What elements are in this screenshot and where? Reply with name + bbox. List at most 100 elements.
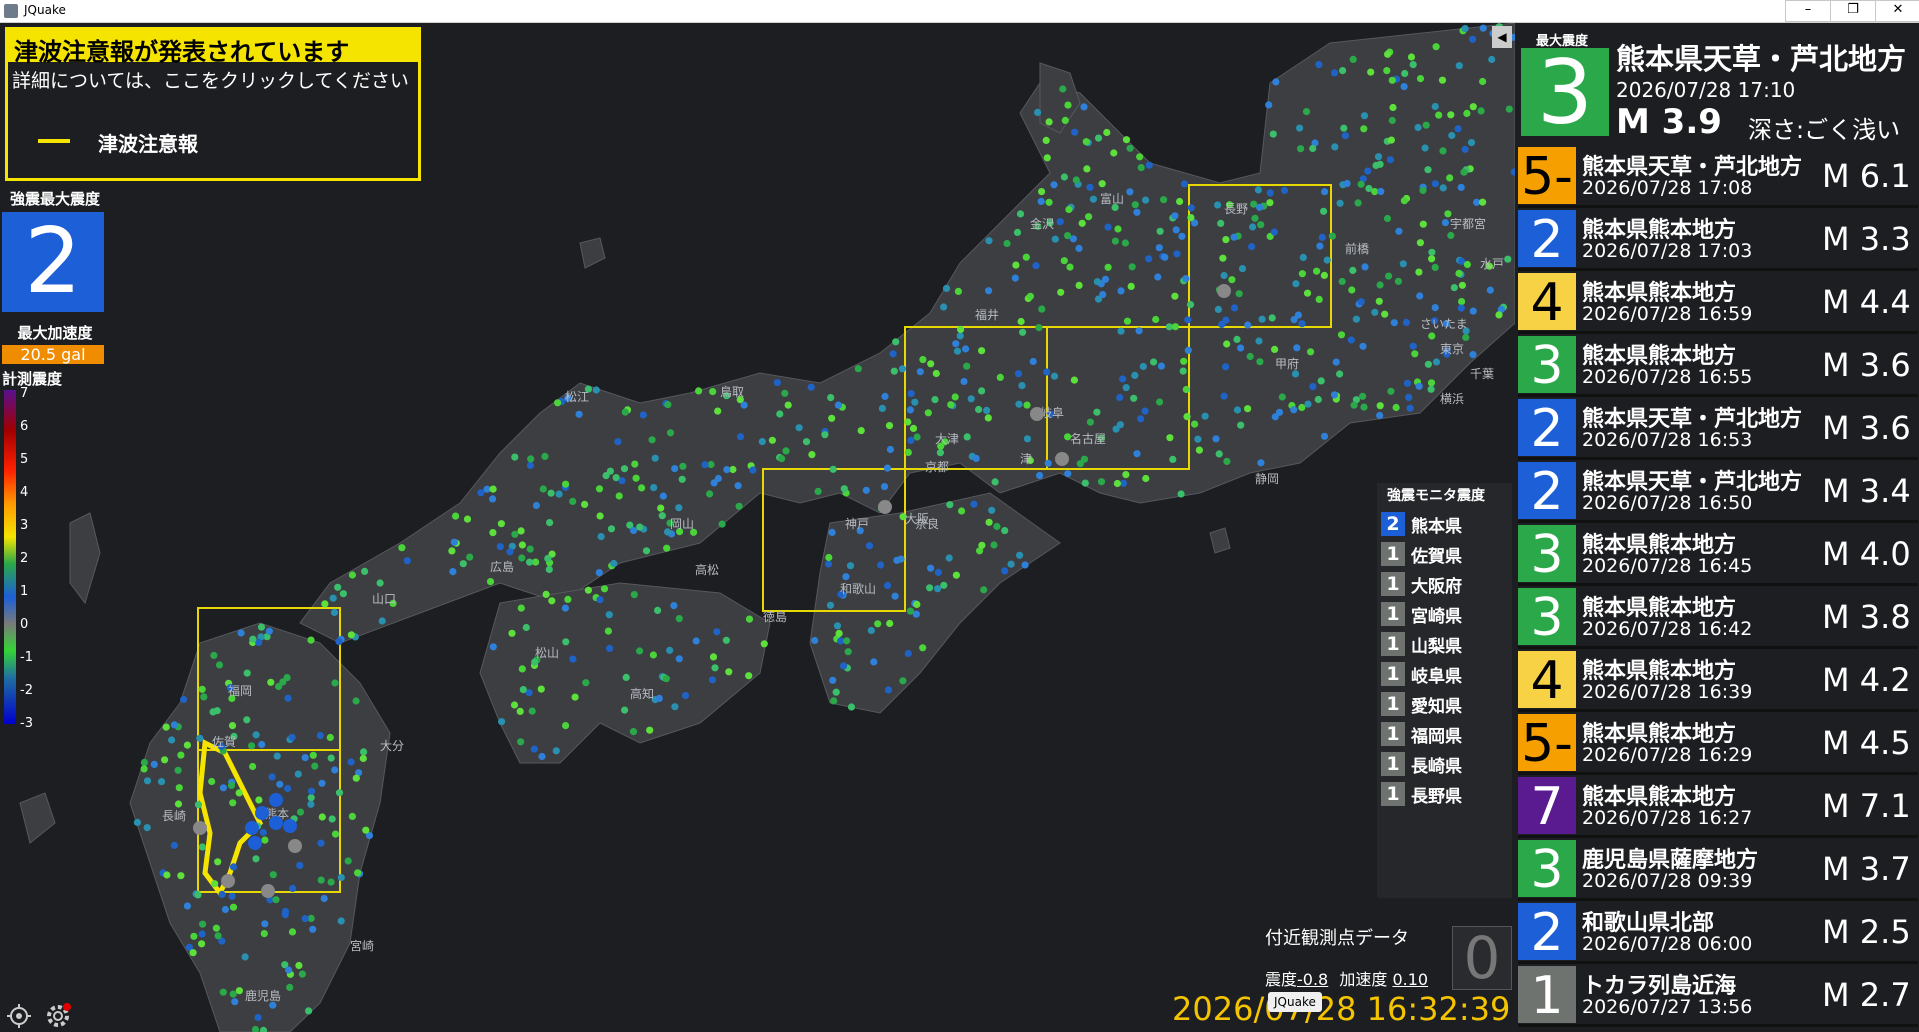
station-dot [1376,402,1384,410]
earthquake-list-item[interactable]: 3 熊本県熊本地方 2026/07/28 16:42 M 3.8 [1518,586,1918,649]
station-dot [1469,351,1477,359]
station-dot [194,801,203,809]
station-dot [596,596,604,604]
station-dot [228,722,237,730]
station-dot [782,447,790,455]
station-dot [1137,415,1145,423]
station-dot [1071,128,1079,136]
station-dot [1131,201,1139,209]
earthquake-list-item[interactable]: 2 熊本県天草・芦北地方 2026/07/28 16:53 M 3.6 [1518,397,1918,460]
station-dot [675,655,683,663]
station-dot [906,607,915,615]
monitor-intensity-list: 強震モニタ震度 2 熊本県 1 佐賀県 1 大阪府 1 宮崎県 1 山梨県 1 岐阜県 1 愛知県 1 福岡県… [1377,483,1512,898]
minimize-button[interactable]: – [1785,0,1831,22]
station-dot [1060,257,1068,265]
city-label: 横浜 [1440,392,1464,406]
station-dot [1462,333,1470,341]
station-dot [1290,406,1298,414]
station-dot [1065,205,1073,214]
earthquake-list-item[interactable]: 4 熊本県熊本地方 2026/07/28 16:39 M 4.2 [1518,649,1918,712]
earthquake-time: 2026/07/28 17:03 [1582,240,1753,262]
earthquake-magnitude: M 4.4 [1822,283,1911,321]
station-dot [489,495,497,503]
station-dot [606,644,614,653]
station-dot [511,530,519,538]
station-dot [1248,243,1256,251]
station-dot [518,665,526,673]
station-dot [951,393,959,401]
earthquake-list-item[interactable]: 3 熊本県熊本地方 2026/07/28 16:45 M 4.0 [1518,523,1918,586]
earthquake-list-item[interactable]: 4 熊本県熊本地方 2026/07/28 16:59 M 4.4 [1518,271,1918,334]
station-dot [1015,400,1023,408]
izu-landmass [1209,527,1231,554]
station-dot [1341,132,1349,140]
station-dot [318,813,326,821]
locate-icon[interactable] [6,1003,32,1029]
station-dot [671,465,679,473]
station-dot [1435,111,1443,119]
collapse-panel-button[interactable]: ◀ [1492,26,1512,48]
app-icon [4,4,18,18]
station-dot [1116,421,1124,429]
gear-icon[interactable] [45,1003,71,1029]
nearby-big-value: 0 [1452,926,1512,990]
station-dot [924,409,932,417]
earthquake-time: 2026/07/28 16:39 [1582,681,1753,703]
tsunami-warning-box[interactable]: 津波注意報が発表されています 詳細については、ここをクリックしてください 津波注… [5,27,421,181]
earthquake-list-item[interactable]: 2 和歌山県北部 2026/07/28 06:00 M 2.5 [1518,901,1918,964]
station-dot [229,903,238,911]
station-dot [1122,471,1130,479]
earthquake-list-item[interactable]: 7 熊本県熊本地方 2026/07/28 16:27 M 7.1 [1518,775,1918,838]
station-dot [1457,183,1465,191]
station-dot [1416,75,1425,83]
station-dot [663,544,671,552]
station-dot [210,651,218,660]
station-dot [1214,305,1222,313]
city-label: 山口 [372,592,396,606]
earthquake-list-item[interactable]: 2 熊本県天草・芦北地方 2026/07/28 16:50 M 3.4 [1518,460,1918,523]
station-dot [1249,223,1257,231]
nearby-readout: 震度-0.8 加速度 0.10 [1265,966,1428,990]
station-dot [1237,421,1245,429]
station-dot [1126,188,1134,196]
station-dot [259,828,267,837]
station-dot [1265,101,1273,109]
station-dot [978,541,986,549]
station-dot [878,404,887,412]
earthquake-list-item[interactable]: 5- 熊本県熊本地方 2026/07/28 16:29 M 4.5 [1518,712,1918,775]
station-dot [143,777,152,785]
station-dot [511,453,519,461]
earthquake-intensity: 3 [1518,336,1576,396]
monitor-row: 1 長崎県 [1377,749,1512,779]
station-dot [993,522,1001,531]
station-dot [265,627,273,635]
max-intensity-value: 2 [2,212,104,312]
tsunami-warning-link[interactable]: 詳細については、ここをクリックしてください [8,62,418,97]
earthquake-list-item[interactable]: 2 熊本県熊本地方 2026/07/28 17:03 M 3.3 [1518,208,1918,271]
station-dot [254,1013,262,1022]
earthquake-intensity: 3 [1518,588,1576,648]
station-dot [711,664,719,672]
earthquake-list-item[interactable]: 5- 熊本県天草・芦北地方 2026/07/28 17:08 M 6.1 [1518,145,1918,208]
earthquake-list-item[interactable]: 3 鹿児島県薩摩地方 2026/07/28 09:39 M 3.7 [1518,838,1918,901]
close-button[interactable]: ✕ [1875,0,1919,22]
earthquake-list-item[interactable]: 1 トカラ列島近海 2026/07/27 13:56 M 2.7 [1518,964,1918,1027]
station-dot [985,287,993,295]
station-dot [1098,180,1106,188]
scale-tick: 2 [20,551,29,566]
nearby-intensity-value: -0.8 [1297,970,1329,989]
station-dot [1085,213,1093,221]
station-dot [288,928,297,936]
station-dot [1389,103,1397,112]
station-dot [610,559,618,568]
station-dot [883,464,892,472]
station-dot [1183,413,1191,421]
maximize-button[interactable]: ❐ [1830,0,1876,22]
station-dot [991,478,999,486]
station-dot [337,917,345,925]
latest-earthquake[interactable]: 最大震度 3 熊本県天草・芦北地方 2026/07/28 17:10 M 3.9… [1518,26,1918,144]
earthquake-list-item[interactable]: 3 熊本県熊本地方 2026/07/28 16:55 M 3.6 [1518,334,1918,397]
station-dot [1152,315,1160,324]
station-dot [1275,408,1284,416]
station-dot [776,410,784,418]
